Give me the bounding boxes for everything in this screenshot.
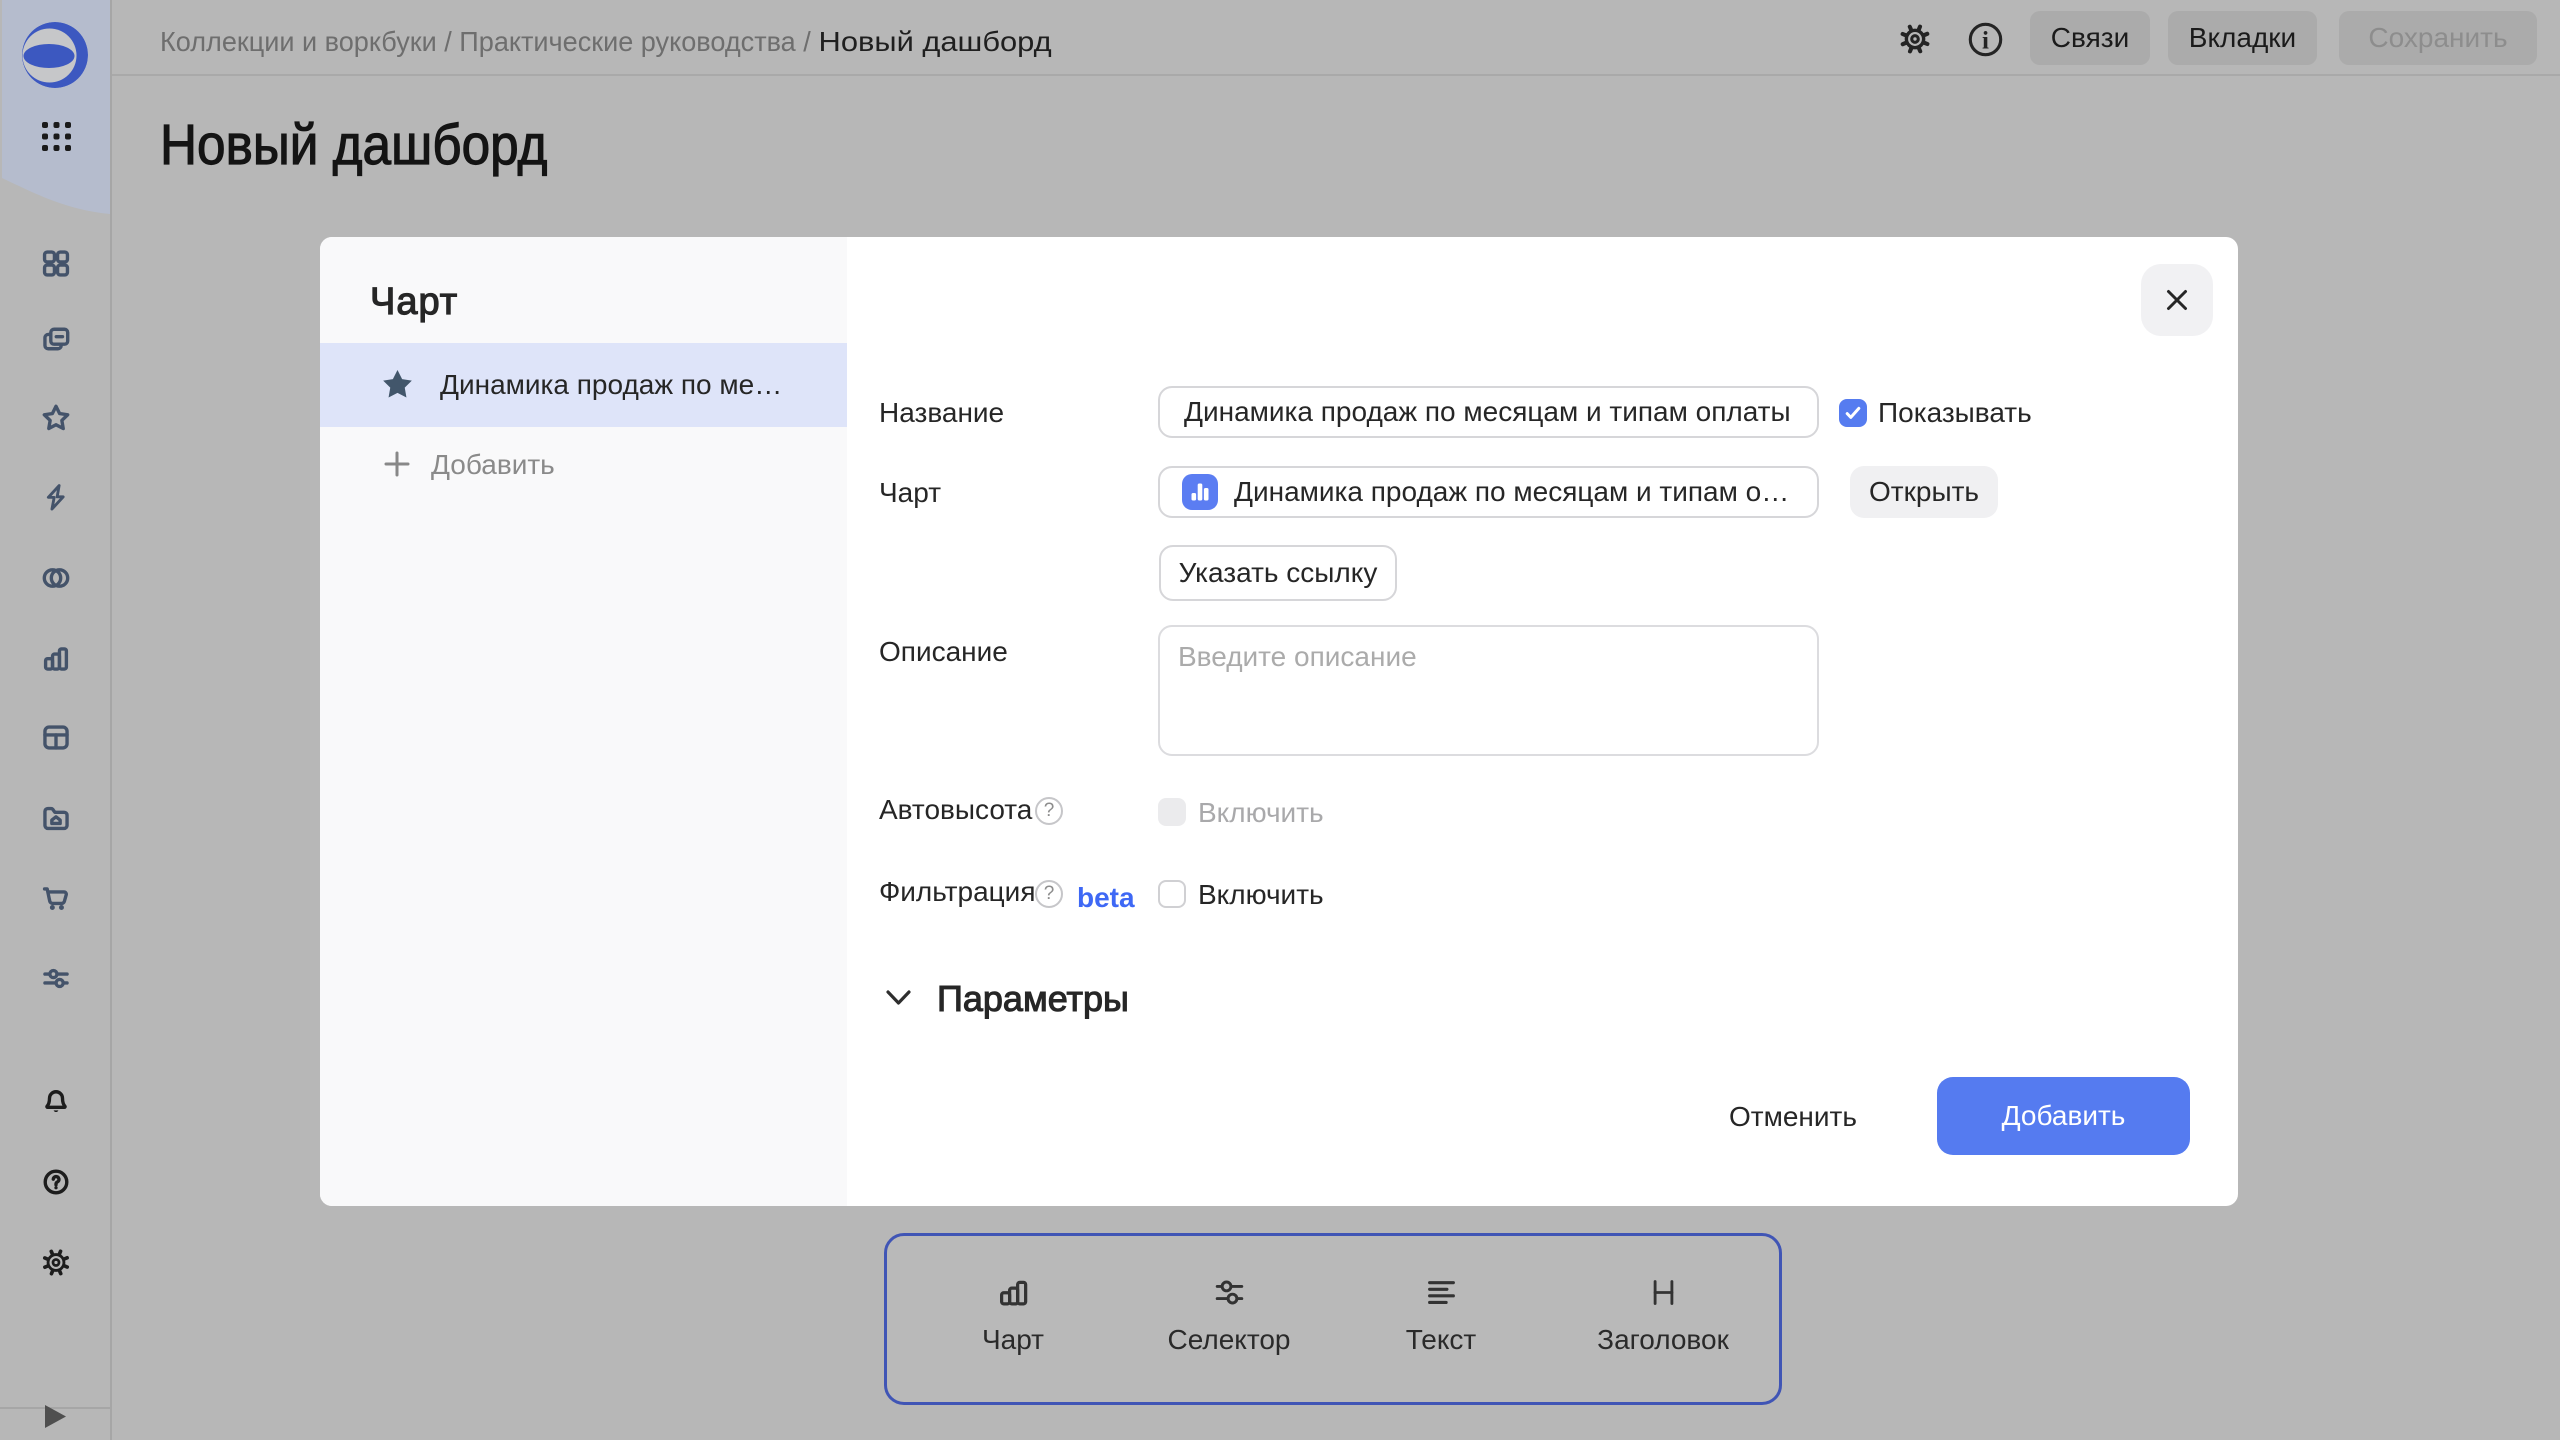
svg-text:i: i <box>1982 28 1989 55</box>
